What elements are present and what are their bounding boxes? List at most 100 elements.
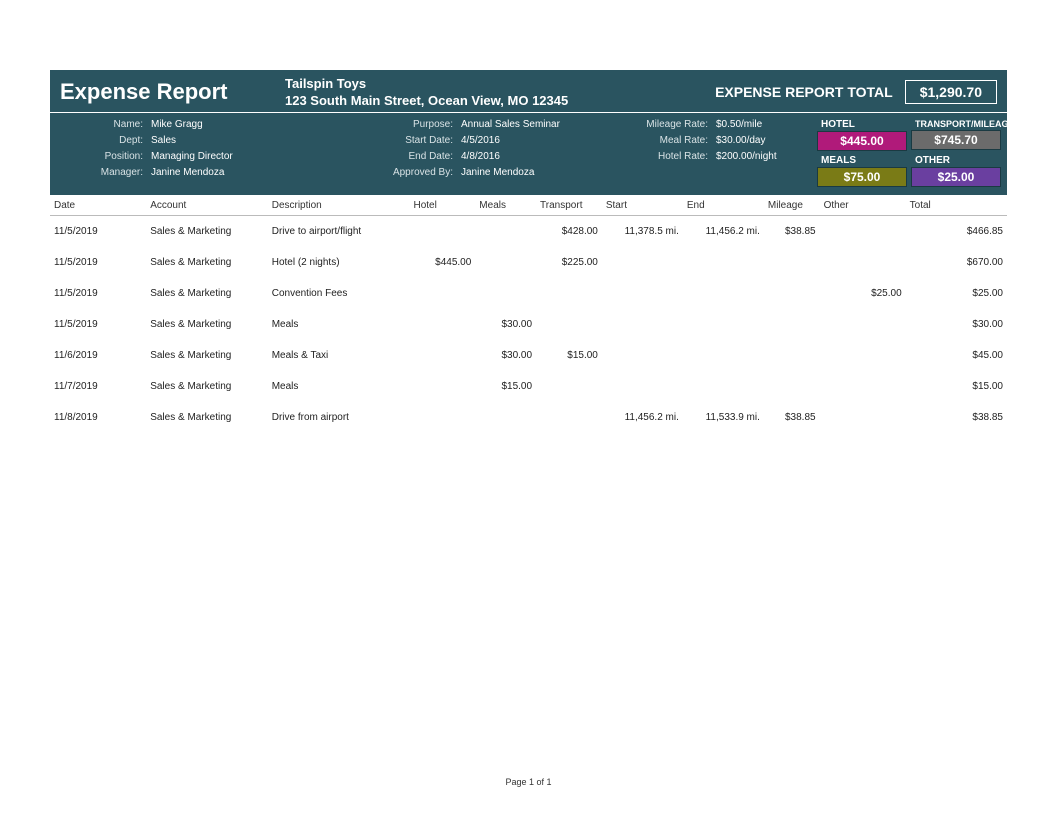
value-purpose: Annual Sales Seminar — [461, 119, 560, 130]
cell-description: Meals — [268, 309, 410, 340]
summary-grid: HOTEL $445.00 TRANSPORT/MILEAGE $745.70 … — [817, 119, 1001, 187]
cell-start — [602, 247, 683, 278]
total-value: $1,290.70 — [905, 80, 997, 104]
value-position: Managing Director — [151, 151, 233, 162]
cell-date: 11/6/2019 — [50, 340, 146, 371]
cell-total: $15.00 — [906, 371, 1007, 402]
cell-transport: $428.00 — [536, 216, 602, 248]
cell-mileage: $38.85 — [764, 402, 820, 433]
cell-mileage — [764, 340, 820, 371]
table-row: 11/5/2019Sales & MarketingMeals$30.00$30… — [50, 309, 1007, 340]
value-hotelrate: $200.00/night — [716, 151, 777, 162]
cell-description: Meals — [268, 371, 410, 402]
cell-mileage — [764, 278, 820, 309]
cell-account: Sales & Marketing — [146, 309, 268, 340]
summary-transport-value: $745.70 — [911, 130, 1001, 150]
table-header-row: Date Account Description Hotel Meals Tra… — [50, 195, 1007, 216]
cell-account: Sales & Marketing — [146, 278, 268, 309]
cell-end — [683, 340, 764, 371]
cell-transport — [536, 309, 602, 340]
cell-description: Meals & Taxi — [268, 340, 410, 371]
cell-hotel — [409, 309, 475, 340]
cell-total: $670.00 — [906, 247, 1007, 278]
cell-mileage — [764, 247, 820, 278]
cell-other — [820, 340, 906, 371]
cell-total: $38.85 — [906, 402, 1007, 433]
cell-description: Drive to airport/flight — [268, 216, 410, 248]
cell-meals — [475, 216, 536, 248]
value-enddate: 4/8/2016 — [461, 151, 500, 162]
cell-description: Hotel (2 nights) — [268, 247, 410, 278]
cell-hotel: $445.00 — [409, 247, 475, 278]
cell-hotel — [409, 216, 475, 248]
value-dept: Sales — [151, 135, 176, 146]
summary-other-value: $25.00 — [911, 167, 1001, 187]
total-label: EXPENSE REPORT TOTAL — [715, 84, 893, 100]
cell-start — [602, 278, 683, 309]
cell-hotel — [409, 278, 475, 309]
cell-total: $45.00 — [906, 340, 1007, 371]
cell-date: 11/5/2019 — [50, 247, 146, 278]
report-header: Expense Report Tailspin Toys 123 South M… — [50, 70, 1007, 195]
cell-hotel — [409, 340, 475, 371]
cell-hotel — [409, 371, 475, 402]
col-transport: Transport — [536, 195, 602, 216]
col-date: Date — [50, 195, 146, 216]
cell-transport — [536, 402, 602, 433]
col-end: End — [683, 195, 764, 216]
cell-start: 11,456.2 mi. — [602, 402, 683, 433]
summary-other-label: OTHER — [911, 155, 1001, 167]
cell-mileage — [764, 371, 820, 402]
label-name: Name: — [56, 119, 151, 130]
cell-transport: $15.00 — [536, 340, 602, 371]
info-col-trip: Purpose:Annual Sales Seminar Start Date:… — [341, 119, 606, 187]
cell-start: 11,378.5 mi. — [602, 216, 683, 248]
cell-date: 11/5/2019 — [50, 309, 146, 340]
cell-description: Drive from airport — [268, 402, 410, 433]
cell-end — [683, 247, 764, 278]
table-row: 11/6/2019Sales & MarketingMeals & Taxi$3… — [50, 340, 1007, 371]
cell-transport: $225.00 — [536, 247, 602, 278]
value-mealrate: $30.00/day — [716, 135, 766, 146]
cell-meals: $30.00 — [475, 309, 536, 340]
summary-meals-label: MEALS — [817, 155, 907, 167]
cell-end — [683, 278, 764, 309]
col-start: Start — [602, 195, 683, 216]
value-approvedby: Janine Mendoza — [461, 167, 534, 178]
cell-meals — [475, 278, 536, 309]
cell-other: $25.00 — [820, 278, 906, 309]
label-manager: Manager: — [56, 167, 151, 178]
cell-meals: $15.00 — [475, 371, 536, 402]
cell-start — [602, 340, 683, 371]
cell-end: 11,533.9 mi. — [683, 402, 764, 433]
cell-transport — [536, 278, 602, 309]
value-manager: Janine Mendoza — [151, 167, 224, 178]
company-block: Tailspin Toys 123 South Main Street, Oce… — [285, 76, 568, 108]
cell-account: Sales & Marketing — [146, 340, 268, 371]
table-row: 11/5/2019Sales & MarketingConvention Fee… — [50, 278, 1007, 309]
cell-start — [602, 371, 683, 402]
table-row: 11/7/2019Sales & MarketingMeals$15.00$15… — [50, 371, 1007, 402]
col-total: Total — [906, 195, 1007, 216]
label-enddate: End Date: — [341, 151, 461, 162]
label-dept: Dept: — [56, 135, 151, 146]
info-col-rates: Mileage Rate:$0.50/mile Meal Rate:$30.00… — [606, 119, 804, 187]
col-description: Description — [268, 195, 410, 216]
value-startdate: 4/5/2016 — [461, 135, 500, 146]
cell-account: Sales & Marketing — [146, 371, 268, 402]
page-footer: Page 1 of 1 — [0, 777, 1057, 787]
col-meals: Meals — [475, 195, 536, 216]
cell-other — [820, 371, 906, 402]
summary-meals-value: $75.00 — [817, 167, 907, 187]
cell-account: Sales & Marketing — [146, 247, 268, 278]
cell-account: Sales & Marketing — [146, 216, 268, 248]
value-mileagerate: $0.50/mile — [716, 119, 762, 130]
cell-other — [820, 247, 906, 278]
cell-hotel — [409, 402, 475, 433]
cell-meals — [475, 402, 536, 433]
label-mileagerate: Mileage Rate: — [606, 119, 716, 130]
info-col-employee: Name:Mike Gragg Dept:Sales Position:Mana… — [56, 119, 341, 187]
company-name: Tailspin Toys — [285, 76, 568, 91]
label-purpose: Purpose: — [341, 119, 461, 130]
cell-end — [683, 309, 764, 340]
